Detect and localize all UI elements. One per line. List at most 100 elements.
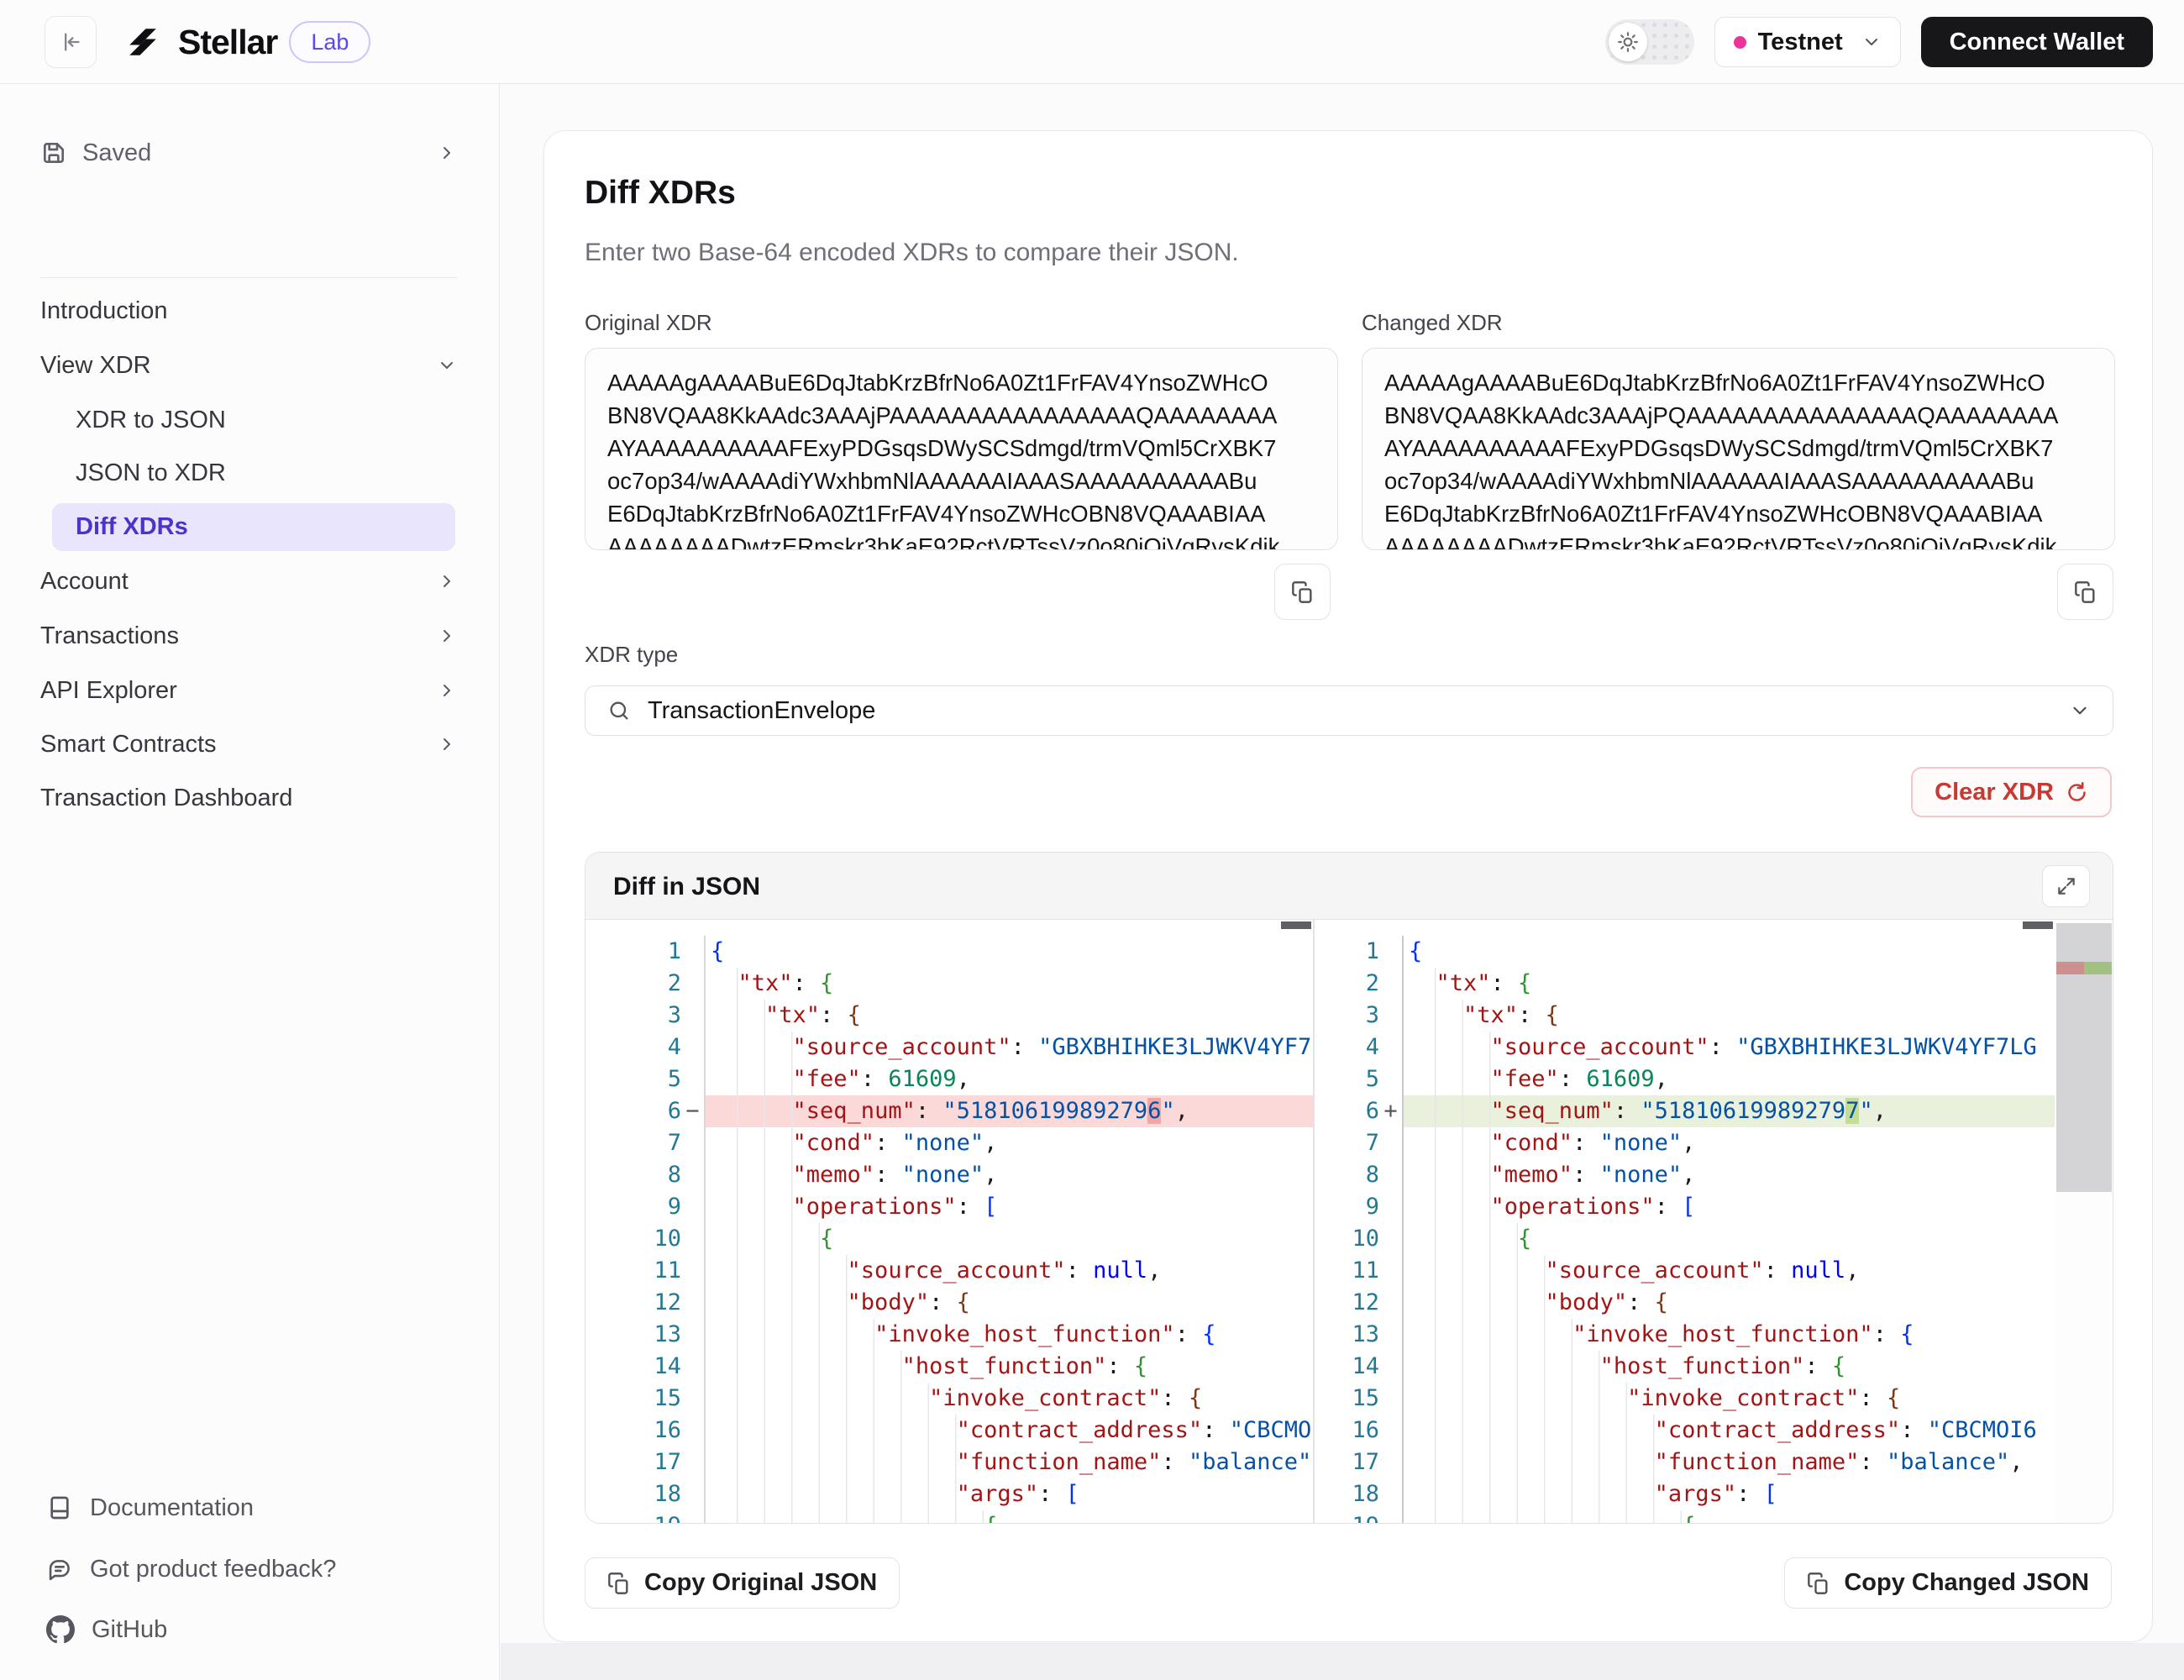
diff-pane-changed: 1{2"tx": {3"tx": {4"source_account": "GB…	[1315, 920, 2055, 1524]
header-actions: Testnet Connect Wallet	[1605, 0, 2153, 84]
theme-knob	[1609, 23, 1647, 61]
chevron-right-icon	[437, 143, 457, 163]
diff-line: 9"operations": [	[1315, 1191, 2055, 1223]
diff-in-json-panel: Diff in JSON 1{2"tx": {3"tx": {4"source_…	[585, 852, 2113, 1524]
diff-sash[interactable]	[1313, 920, 1315, 1524]
sidebar-item-api-explorer[interactable]: API Explorer	[40, 664, 457, 717]
line-number: 13	[585, 1319, 704, 1351]
sidebar-item-label: Diff XDRs	[76, 513, 188, 541]
line-number: 18	[1315, 1478, 1402, 1510]
sidebar-footer-documentation[interactable]: Documentation	[46, 1481, 457, 1535]
line-number: 16	[1315, 1415, 1402, 1446]
sidebar-item-json-to-xdr[interactable]: JSON to XDR	[40, 446, 457, 500]
sidebar-item-introduction[interactable]: Introduction	[40, 284, 457, 338]
line-number: 7	[1315, 1127, 1402, 1159]
diff-line: 4"source_account": "GBXBHIHKE3LJWKV4YF7L…	[585, 1032, 1313, 1063]
save-icon	[40, 139, 67, 166]
sidebar-item-xdr-to-json[interactable]: XDR to JSON	[40, 393, 457, 447]
diff-line: 13"invoke_host_function": {	[585, 1319, 1313, 1351]
original-xdr-input[interactable]: AAAAAgAAAABuE6DqJtabKrzBfrNo6A0Zt1FrFAV4…	[585, 348, 1338, 550]
line-number: 12	[585, 1287, 704, 1319]
diff-line: 18"args": [	[1315, 1478, 2055, 1510]
line-number: 17	[585, 1446, 704, 1478]
line-number: 11	[1315, 1255, 1402, 1287]
sidebar-footer-github[interactable]: GitHub	[46, 1603, 457, 1656]
sidebar-item-view-xdr[interactable]: View XDR	[40, 339, 457, 392]
top-header: Stellar Lab Testnet Connect Wallet	[0, 0, 2184, 84]
diff-line: 10{	[585, 1223, 1313, 1255]
line-number: 19	[585, 1510, 704, 1524]
search-icon	[607, 699, 631, 722]
chevron-right-icon	[437, 734, 457, 754]
sidebar-collapse-button[interactable]	[45, 16, 97, 68]
copy-original-json-button[interactable]: Copy Original JSON	[585, 1557, 900, 1609]
copy-changed-xdr-button[interactable]	[2057, 564, 2113, 620]
diff-line: 7"cond": "none",	[1315, 1127, 2055, 1159]
line-number: 5	[1315, 1063, 1402, 1095]
lab-badge: Lab	[289, 21, 370, 63]
theme-toggle[interactable]	[1605, 19, 1694, 65]
sidebar-item-label: Account	[40, 568, 437, 596]
changed-xdr-input[interactable]: AAAAAgAAAABuE6DqJtabKrzBfrNo6A0Zt1FrFAV4…	[1362, 348, 2115, 550]
page-bottom-band	[501, 1643, 2184, 1680]
line-number: 9	[1315, 1191, 1402, 1223]
expand-fullscreen-button[interactable]	[2042, 865, 2090, 907]
diff-line: 13"invoke_host_function": {	[1315, 1319, 2055, 1351]
diff-line: 15"invoke_contract": {	[1315, 1383, 2055, 1415]
line-number: 4	[1315, 1032, 1402, 1063]
diff-editor[interactable]: 1{2"tx": {3"tx": {4"source_account": "GB…	[585, 920, 2113, 1524]
sidebar-item-smart-contracts[interactable]: Smart Contracts	[40, 717, 457, 771]
line-number: 8	[585, 1159, 704, 1191]
stellar-logo-icon	[119, 18, 166, 66]
connect-wallet-button[interactable]: Connect Wallet	[1921, 17, 2153, 67]
page-subtitle: Enter two Base-64 encoded XDRs to compar…	[585, 239, 1239, 267]
diff-line: 5"fee": 61609,	[1315, 1063, 2055, 1095]
copy-changed-json-label: Copy Changed JSON	[1844, 1569, 2089, 1597]
copy-changed-json-button[interactable]: Copy Changed JSON	[1784, 1557, 2112, 1609]
diff-line: 7"cond": "none",	[585, 1127, 1313, 1159]
chevron-down-icon	[1861, 32, 1882, 52]
xdr-type-label: XDR type	[585, 642, 678, 668]
chevron-right-icon	[437, 680, 457, 701]
footer-label: GitHub	[92, 1616, 167, 1644]
line-number: 10	[585, 1223, 704, 1255]
line-number: 4	[585, 1032, 704, 1063]
sidebar-item-diff-xdrs-active[interactable]: Diff XDRs	[52, 503, 455, 551]
overview-ruler[interactable]	[2055, 920, 2113, 1524]
sidebar-divider	[40, 277, 457, 278]
line-number: 3	[585, 1000, 704, 1032]
line-number: 14	[1315, 1351, 1402, 1383]
line-number: 1	[1315, 936, 1402, 968]
diff-line: 6+"seq_num": "518106199892797",	[1315, 1095, 2055, 1127]
diff-line: 3"tx": {	[585, 1000, 1313, 1032]
sidebar-item-account[interactable]: Account	[40, 554, 457, 608]
line-number: 15	[1315, 1383, 1402, 1415]
diff-panel-header: Diff in JSON	[585, 853, 2113, 920]
left-pane-scroll-handle[interactable]	[1281, 921, 1311, 929]
sidebar-item-label: View XDR	[40, 352, 437, 380]
diff-line: 15"invoke_contract": {	[585, 1383, 1313, 1415]
sidebar-item-transaction-dashboard[interactable]: Transaction Dashboard	[40, 771, 457, 825]
chevron-down-icon	[2069, 700, 2091, 722]
copy-icon	[2074, 580, 2097, 604]
sidebar-item-saved[interactable]: Saved	[40, 126, 457, 180]
copy-icon	[607, 1572, 631, 1595]
sidebar-item-label: Introduction	[40, 297, 457, 325]
copy-icon	[1291, 580, 1315, 604]
diff-panel-title: Diff in JSON	[613, 873, 760, 901]
chevron-down-icon	[437, 355, 457, 375]
line-number: 6−	[585, 1095, 704, 1127]
diff-line: 5"fee": 61609,	[585, 1063, 1313, 1095]
sidebar-footer-feedback[interactable]: Got product feedback?	[46, 1542, 457, 1596]
right-pane-scroll-handle[interactable]	[2023, 921, 2053, 929]
diff-line: 19{	[1315, 1510, 2055, 1524]
network-label: Testnet	[1758, 29, 1843, 56]
line-number: 17	[1315, 1446, 1402, 1478]
copy-original-xdr-button[interactable]	[1274, 564, 1331, 620]
xdr-type-select[interactable]: TransactionEnvelope	[585, 685, 2113, 736]
brand[interactable]: Stellar Lab	[119, 0, 370, 84]
sidebar-item-transactions[interactable]: Transactions	[40, 609, 457, 663]
clear-xdr-button[interactable]: Clear XDR	[1911, 767, 2112, 817]
network-selector[interactable]: Testnet	[1714, 17, 1901, 67]
diff-line: 4"source_account": "GBXBHIHKE3LJWKV4YF7L…	[1315, 1032, 2055, 1063]
